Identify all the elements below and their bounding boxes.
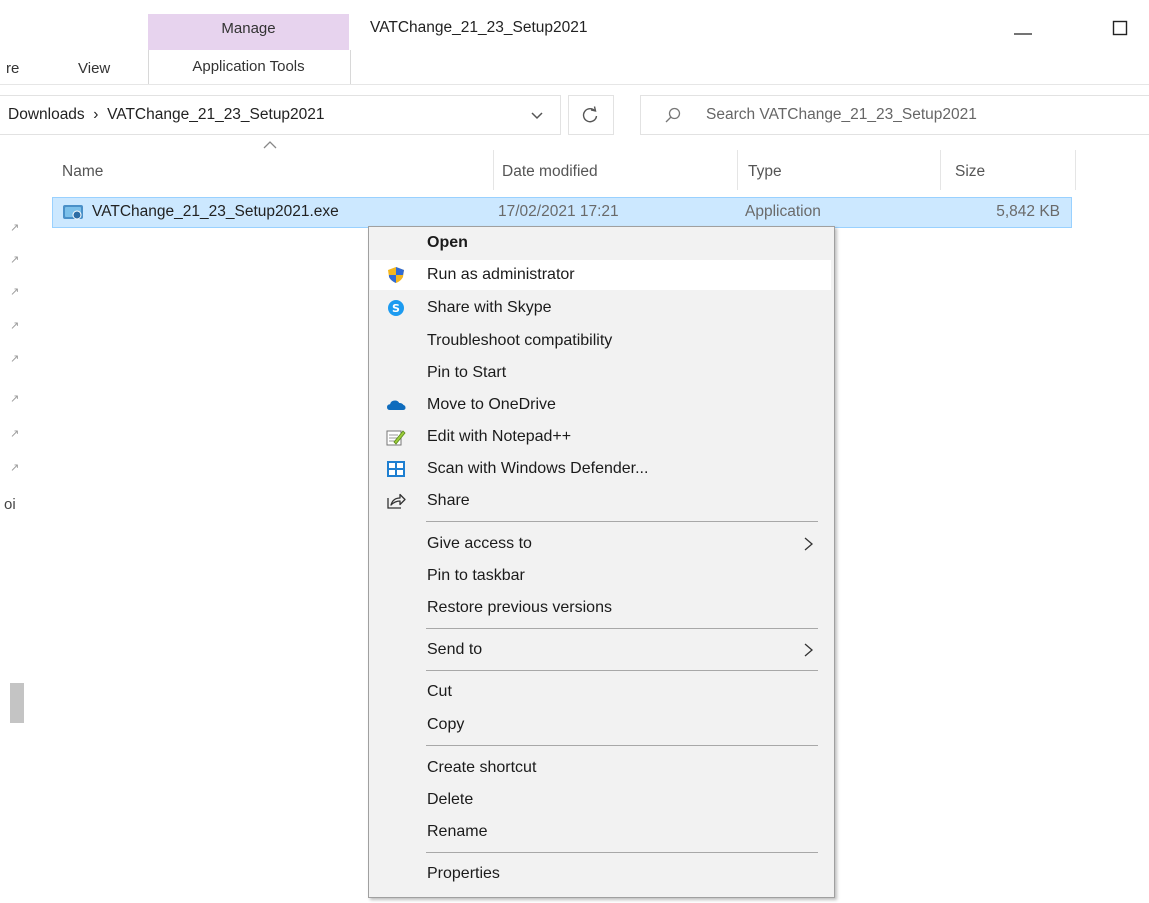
menu-item-label: Edit with Notepad++	[427, 428, 572, 445]
chevron-down-icon[interactable]	[528, 107, 546, 123]
pin-icon: ↗	[10, 462, 20, 474]
menu-item-properties[interactable]: Properties	[370, 859, 831, 889]
menu-item-label: Delete	[427, 791, 474, 808]
search-icon	[665, 107, 681, 123]
file-type: Application	[745, 203, 821, 220]
menu-item-scan-with-windows-defender[interactable]: Scan with Windows Defender...	[370, 454, 831, 484]
pin-icon: ↗	[10, 286, 20, 298]
pin-icon: ↗	[10, 428, 20, 440]
column-header-date-modified[interactable]: Date modified	[502, 163, 598, 181]
menu-item-pin-to-taskbar[interactable]: Pin to taskbar	[370, 561, 831, 591]
menu-item-cut[interactable]: Cut	[370, 677, 831, 707]
menu-item-label: Give access to	[427, 535, 532, 552]
menu-item-label: Properties	[427, 865, 500, 882]
menu-separator	[426, 745, 818, 746]
tab-share[interactable]: re	[6, 60, 19, 77]
menu-item-label: Create shortcut	[427, 759, 537, 776]
menu-separator	[426, 852, 818, 853]
nav-item-fragment[interactable]: oi	[4, 496, 16, 513]
tab-view[interactable]: View	[78, 60, 110, 77]
chevron-right-icon	[804, 537, 813, 551]
menu-item-move-to-onedrive[interactable]: Move to OneDrive	[370, 390, 831, 420]
menu-item-label: Restore previous versions	[427, 599, 612, 616]
share-icon	[387, 493, 406, 509]
menu-item-label: Troubleshoot compatibility	[427, 332, 613, 349]
column-divider[interactable]	[940, 150, 941, 190]
menu-item-label: Open	[427, 234, 468, 251]
manage-tab-label[interactable]: Manage	[148, 20, 349, 37]
menu-item-troubleshoot-compatibility[interactable]: Troubleshoot compatibility	[370, 326, 831, 356]
menu-item-label: Move to OneDrive	[427, 396, 556, 413]
column-header-type[interactable]: Type	[748, 163, 782, 181]
pin-icon: ↗	[10, 353, 20, 365]
menu-item-label: Share with Skype	[427, 299, 552, 316]
menu-item-label: Cut	[427, 683, 452, 700]
menu-item-label: Copy	[427, 716, 465, 733]
onedrive-cloud-icon	[387, 400, 406, 410]
chevron-right-icon	[804, 643, 813, 657]
menu-item-restore-previous-versions[interactable]: Restore previous versions	[370, 593, 831, 623]
menu-item-share-with-skype[interactable]: S Share with Skype	[370, 293, 831, 323]
menu-item-edit-with-notepad-plus-plus[interactable]: Edit with Notepad++	[370, 422, 831, 452]
menu-item-give-access-to[interactable]: Give access to	[370, 529, 831, 559]
menu-item-label: Run as administrator	[427, 266, 575, 283]
search-placeholder[interactable]: Search VATChange_21_23_Setup2021	[706, 106, 977, 124]
menu-item-pin-to-start[interactable]: Pin to Start	[370, 358, 831, 388]
menu-item-label: Pin to Start	[427, 364, 507, 381]
application-tools-label[interactable]: Application Tools	[148, 58, 349, 75]
column-divider[interactable]	[493, 150, 494, 190]
minimize-icon[interactable]	[1012, 22, 1034, 36]
column-header-size[interactable]: Size	[955, 163, 985, 181]
menu-item-open[interactable]: Open	[370, 228, 831, 258]
file-date-modified: 17/02/2021 17:21	[498, 203, 619, 220]
menu-item-label: Share	[427, 492, 470, 509]
uac-shield-icon	[388, 267, 404, 283]
notepad-plus-plus-icon	[386, 430, 406, 446]
menu-item-delete[interactable]: Delete	[370, 785, 831, 815]
ribbon-divider	[0, 84, 1149, 85]
column-divider[interactable]	[737, 150, 738, 190]
menu-separator	[426, 670, 818, 671]
file-name[interactable]: VATChange_21_23_Setup2021.exe	[92, 203, 339, 221]
column-divider[interactable]	[1075, 150, 1076, 190]
menu-item-create-shortcut[interactable]: Create shortcut	[370, 753, 831, 783]
scrollbar-thumb[interactable]	[10, 683, 24, 723]
file-size: 5,842 KB	[996, 203, 1060, 220]
svg-text:S: S	[392, 302, 400, 315]
menu-item-label: Send to	[427, 641, 483, 658]
pin-icon: ↗	[10, 393, 20, 405]
column-header-name[interactable]: Name	[62, 163, 103, 181]
skype-icon: S	[388, 300, 404, 316]
menu-separator	[426, 628, 818, 629]
pin-icon: ↗	[10, 254, 20, 266]
menu-item-label: Pin to taskbar	[427, 567, 525, 584]
menu-item-copy[interactable]: Copy	[370, 710, 831, 740]
menu-separator	[426, 521, 818, 522]
menu-item-rename[interactable]: Rename	[370, 817, 831, 847]
menu-item-label: Scan with Windows Defender...	[427, 460, 649, 477]
maximize-icon[interactable]	[1112, 20, 1128, 36]
pin-icon: ↗	[10, 320, 20, 332]
menu-item-run-as-administrator[interactable]: Run as administrator	[370, 260, 831, 290]
window-title: VATChange_21_23_Setup2021	[370, 19, 588, 36]
refresh-icon[interactable]	[580, 105, 600, 125]
application-file-icon	[63, 205, 83, 220]
breadcrumb[interactable]: Downloads › VATChange_21_23_Setup2021	[8, 106, 325, 124]
menu-item-label: Rename	[427, 823, 488, 840]
menu-item-share[interactable]: Share	[370, 486, 831, 516]
pin-icon: ↗	[10, 222, 20, 234]
menu-item-send-to[interactable]: Send to	[370, 635, 831, 665]
windows-defender-icon	[387, 461, 405, 477]
sort-ascending-icon	[263, 141, 277, 149]
